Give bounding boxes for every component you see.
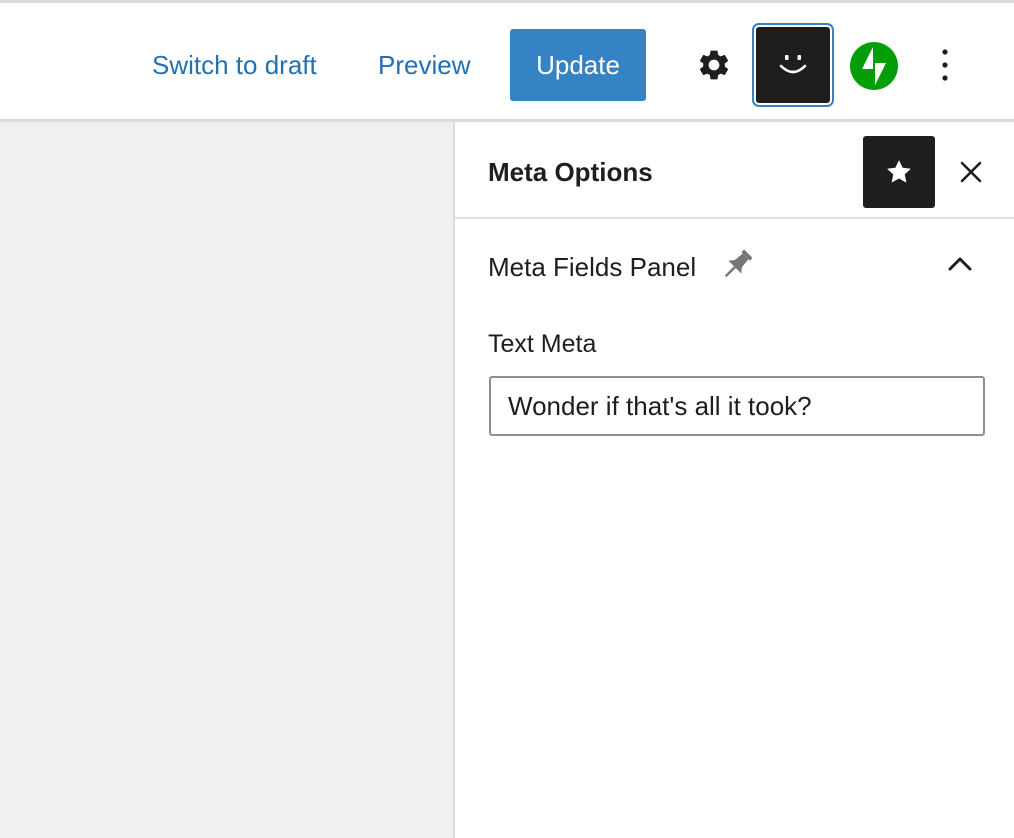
panel-title: Meta Fields Panel xyxy=(488,252,697,282)
preview-button[interactable]: Preview xyxy=(378,47,470,83)
editor-canvas xyxy=(0,122,453,838)
plugin-sidebar: Meta Options Meta Fields Panel Text Meta xyxy=(453,122,1014,838)
update-button[interactable]: Update xyxy=(510,29,646,101)
star-icon xyxy=(887,160,911,183)
more-options-button[interactable] xyxy=(924,41,966,89)
text-meta-label: Text Meta xyxy=(488,330,597,358)
sidebar-title: Meta Options xyxy=(488,157,653,187)
more-vertical-icon xyxy=(942,49,948,81)
jetpack-button[interactable] xyxy=(848,40,900,92)
jetpack-bolt-icon xyxy=(850,42,898,90)
editor-toolbar: Switch to draft Preview Update xyxy=(0,0,1014,122)
pin-icon xyxy=(724,249,753,278)
smiley-icon xyxy=(779,55,807,74)
settings-button[interactable] xyxy=(690,41,738,89)
meta-fields-panel-toggle[interactable]: Meta Fields Panel xyxy=(455,219,1014,315)
pin-to-toolbar-star-button[interactable] xyxy=(863,136,935,208)
close-sidebar-button[interactable] xyxy=(953,152,989,192)
chevron-up-icon xyxy=(948,257,972,271)
switch-to-draft-button[interactable]: Switch to draft xyxy=(152,47,317,83)
sidebar-header: Meta Options xyxy=(455,122,1014,219)
text-meta-input[interactable] xyxy=(489,376,985,436)
close-icon xyxy=(960,161,982,183)
gear-icon xyxy=(699,50,729,80)
plugin-sidebar-toggle-button[interactable] xyxy=(756,27,830,103)
